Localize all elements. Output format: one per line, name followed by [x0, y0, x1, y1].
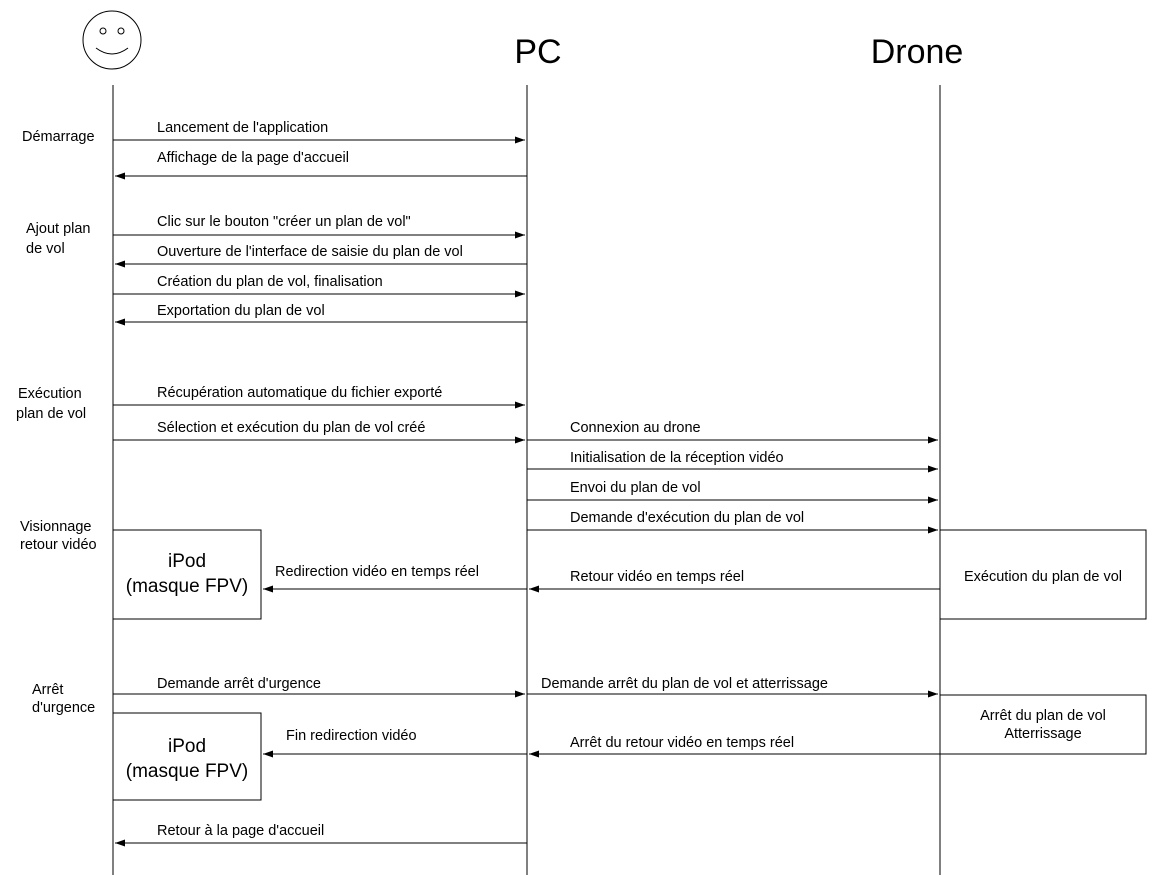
- message-label-1: Lancement de l'application: [157, 120, 328, 136]
- drone-execution-label: Exécution du plan de vol: [964, 569, 1122, 585]
- ipod-box-2-line1: iPod: [168, 736, 206, 757]
- phase-label-ajout-line1: Ajout plan: [26, 221, 91, 237]
- ipod-box-1-line2: (masque FPV): [126, 576, 248, 597]
- message-label-13: Retour vidéo en temps réel: [570, 569, 744, 585]
- message-label-18: Fin redirection vidéo: [286, 728, 417, 744]
- phase-label-visionnage-line2: retour vidéo: [20, 537, 97, 553]
- sequence-diagram: PC Drone Démarrage Ajout plan de vol Exé…: [16, 10, 1147, 875]
- message-label-14: Redirection vidéo en temps réel: [275, 564, 479, 580]
- message-label-9: Connexion au drone: [570, 420, 701, 436]
- message-label-4: Ouverture de l'interface de saisie du pl…: [157, 244, 463, 260]
- phase-label-ajout-line2: de vol: [26, 241, 65, 257]
- drone-stop-label-line2: Atterrissage: [1004, 726, 1081, 742]
- message-label-19: Retour à la page d'accueil: [157, 823, 324, 839]
- message-label-2: Affichage de la page d'accueil: [157, 150, 349, 166]
- message-label-12: Demande d'exécution du plan de vol: [570, 510, 804, 526]
- message-label-8: Sélection et exécution du plan de vol cr…: [157, 420, 425, 436]
- ipod-box-2-line2: (masque FPV): [126, 761, 248, 782]
- smiley-face-icon: [82, 10, 142, 70]
- message-label-16: Demande arrêt du plan de vol et atterris…: [541, 676, 828, 692]
- ipod-box-1: [112, 529, 262, 620]
- drone-stop-box: [939, 694, 1147, 755]
- message-label-5: Création du plan de vol, finalisation: [157, 274, 383, 290]
- phase-label-execution-line2: plan de vol: [16, 406, 86, 422]
- phase-label-demarrage: Démarrage: [22, 129, 95, 145]
- phase-label-visionnage-line1: Visionnage: [20, 519, 92, 535]
- ipod-box-1-line1: iPod: [168, 551, 206, 572]
- message-label-6: Exportation du plan de vol: [157, 303, 325, 319]
- phase-label-execution-line1: Exécution: [18, 386, 82, 402]
- message-label-11: Envoi du plan de vol: [570, 480, 701, 496]
- message-label-17: Arrêt du retour vidéo en temps réel: [570, 735, 794, 751]
- drone-stop-label-line1: Arrêt du plan de vol: [980, 708, 1106, 724]
- message-label-10: Initialisation de la réception vidéo: [570, 450, 784, 466]
- phase-label-arret-line1: Arrêt: [32, 682, 63, 698]
- phase-label-arret-line2: d'urgence: [32, 700, 95, 716]
- participant-drone: Drone: [871, 33, 964, 71]
- participant-pc: PC: [514, 33, 561, 71]
- message-label-7: Récupération automatique du fichier expo…: [157, 385, 442, 401]
- message-label-15: Demande arrêt d'urgence: [157, 676, 321, 692]
- message-label-3: Clic sur le bouton "créer un plan de vol…: [157, 214, 411, 230]
